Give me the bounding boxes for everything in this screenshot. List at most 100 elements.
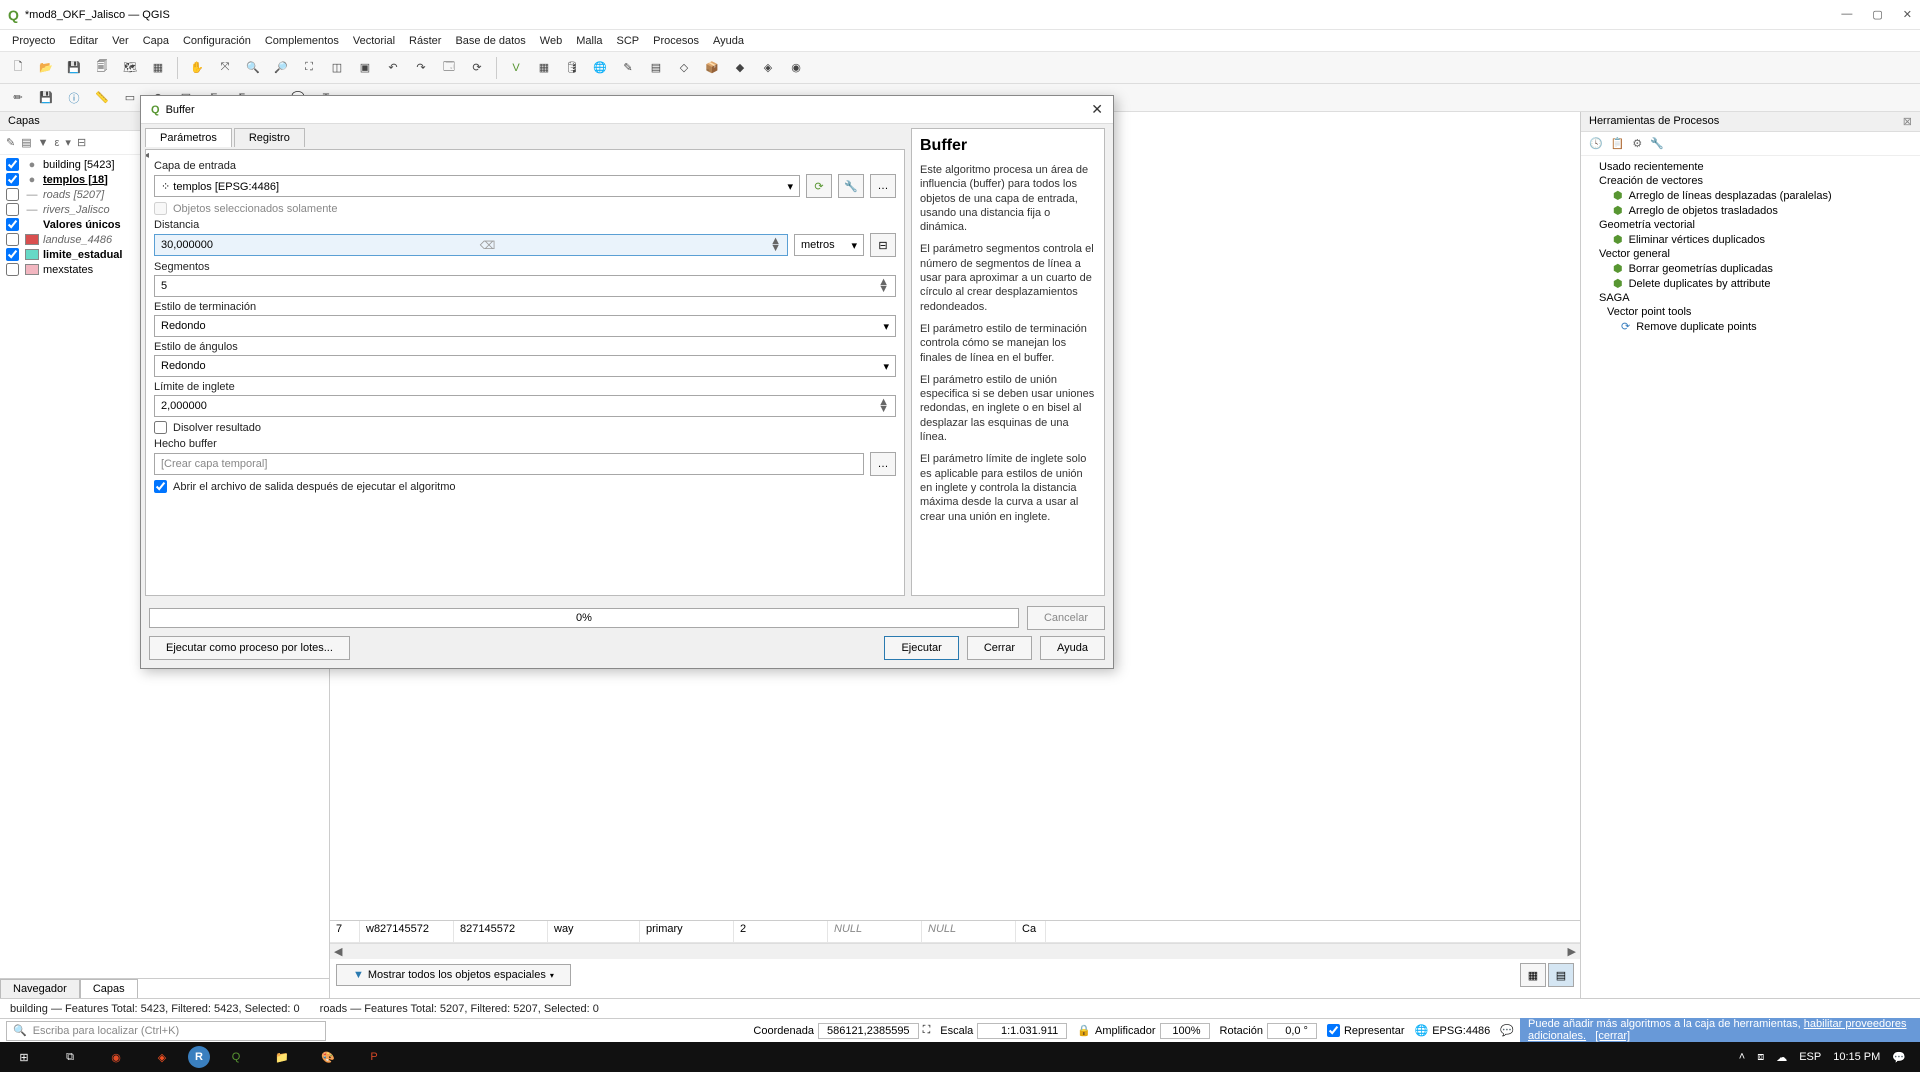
wcs-icon[interactable]: ◈: [756, 56, 780, 80]
add-group-icon[interactable]: ▤: [21, 136, 31, 149]
cancel-button[interactable]: Cancelar: [1027, 606, 1105, 630]
remove-icon[interactable]: ⊟: [77, 136, 86, 149]
tree-vector-geom[interactable]: Geometría vectorial: [1599, 218, 1912, 232]
paint-icon[interactable]: 🎨: [308, 1043, 348, 1071]
pan-selection-icon[interactable]: ⤧: [213, 56, 237, 80]
menu-procesos[interactable]: Procesos: [653, 35, 699, 47]
zoom-layer-icon[interactable]: ▣: [353, 56, 377, 80]
tree-remove-dup-points[interactable]: ⟳Remove duplicate points: [1599, 319, 1912, 334]
extent-icon[interactable]: ⛶: [923, 1024, 931, 1037]
dialog-close-icon[interactable]: ✕: [1091, 101, 1103, 118]
scale-value[interactable]: 1:1.031.911: [977, 1023, 1067, 1039]
new-map-icon[interactable]: 🗔: [437, 56, 461, 80]
brave-icon[interactable]: ◈: [142, 1043, 182, 1071]
menu-proyecto[interactable]: Proyecto: [12, 35, 55, 47]
zoom-next-icon[interactable]: ↷: [409, 56, 433, 80]
qgis-task-icon[interactable]: Q: [216, 1043, 256, 1071]
render-checkbox[interactable]: [1327, 1024, 1340, 1037]
lock-icon[interactable]: 🔒: [1077, 1024, 1091, 1037]
panel-close-icon[interactable]: ⊠: [1903, 115, 1912, 128]
xyz-icon[interactable]: ◉: [784, 56, 808, 80]
menu-malla[interactable]: Malla: [576, 35, 602, 47]
output-browse-icon[interactable]: …: [870, 452, 896, 476]
maximize-button[interactable]: ▢: [1872, 8, 1882, 21]
menu-ver[interactable]: Ver: [112, 35, 129, 47]
expand-icon[interactable]: ε: [55, 137, 60, 149]
menu-raster[interactable]: Ráster: [409, 35, 441, 47]
geopackage-icon[interactable]: 📦: [700, 56, 724, 80]
explorer-icon[interactable]: 📁: [262, 1043, 302, 1071]
tab-registro[interactable]: Registro: [234, 128, 305, 147]
select-icon[interactable]: ▭: [118, 86, 142, 110]
processing-tree[interactable]: Usado recientemente Creación de vectores…: [1581, 156, 1920, 338]
toolbox-history-icon[interactable]: 🕓: [1589, 137, 1603, 150]
lang-indicator[interactable]: ESP: [1799, 1051, 1821, 1063]
powerpoint-icon[interactable]: P: [354, 1043, 394, 1071]
filter-icon[interactable]: ▼: [38, 137, 49, 149]
menu-scp[interactable]: SCP: [617, 35, 640, 47]
messages-icon[interactable]: 💬: [1500, 1024, 1514, 1037]
tray-chevron-icon[interactable]: ˄: [1739, 1051, 1745, 1063]
table-view-icon[interactable]: ▤: [1548, 963, 1574, 987]
toolbox-options-icon[interactable]: 🔧: [1650, 137, 1664, 150]
r-icon[interactable]: R: [188, 1046, 210, 1068]
browse-icon[interactable]: …: [870, 174, 896, 198]
edit-icon[interactable]: ✎: [616, 56, 640, 80]
chrome-icon[interactable]: ◉: [96, 1043, 136, 1071]
minimize-button[interactable]: —: [1841, 8, 1852, 21]
tree-vector-general[interactable]: Vector general: [1599, 247, 1912, 261]
menu-editar[interactable]: Editar: [69, 35, 98, 47]
new-project-icon[interactable]: 🗋: [6, 56, 30, 80]
db-add-icon[interactable]: 🛢: [560, 56, 584, 80]
filter-dropdown[interactable]: ▼ Mostrar todos los objetos espaciales ▾: [336, 964, 571, 986]
distance-input[interactable]: 30,000000 ⌫ ▲▼: [154, 234, 788, 256]
tree-delete-dup-attr[interactable]: ⬢Delete duplicates by attribute: [1599, 276, 1912, 291]
dropbox-icon[interactable]: ⧈: [1757, 1051, 1764, 1064]
close-dialog-button[interactable]: Cerrar: [967, 636, 1032, 660]
endcap-select[interactable]: Redondo▾: [154, 315, 896, 337]
tree-remove-dup-vert[interactable]: ⬢Eliminar vértices duplicados: [1599, 232, 1912, 247]
tree-recent[interactable]: Usado recientemente: [1599, 160, 1912, 174]
joinstyle-select[interactable]: Redondo▾: [154, 355, 896, 377]
menu-capa[interactable]: Capa: [143, 35, 169, 47]
tab-parametros[interactable]: Parámetros: [145, 128, 232, 147]
zoom-full-icon[interactable]: ⛶: [297, 56, 321, 80]
edit-toggle-icon[interactable]: ✏: [6, 86, 30, 110]
wfs-icon[interactable]: ◆: [728, 56, 752, 80]
refresh-icon[interactable]: ⟳: [465, 56, 489, 80]
collapse-icon[interactable]: ▾: [65, 136, 71, 149]
save-edits-icon[interactable]: 💾: [34, 86, 58, 110]
table-h-scrollbar[interactable]: ◀▶: [330, 943, 1580, 959]
wms-add-icon[interactable]: 🌐: [588, 56, 612, 80]
close-button[interactable]: ✕: [1903, 8, 1912, 21]
wrench-icon[interactable]: 🔧: [838, 174, 864, 198]
locator-search[interactable]: 🔍 Escriba para localizar (Ctrl+K): [6, 1021, 326, 1041]
iterate-icon[interactable]: ⟳: [806, 174, 832, 198]
magnifier-value[interactable]: 100%: [1160, 1023, 1210, 1039]
tip-close[interactable]: [cerrar]: [1595, 1030, 1630, 1042]
tree-vector-creation[interactable]: Creación de vectores: [1599, 174, 1912, 188]
segments-input[interactable]: 5▲▼: [154, 275, 896, 297]
attr-icon[interactable]: ▤: [644, 56, 668, 80]
tree-vector-point-tools[interactable]: Vector point tools: [1599, 305, 1912, 319]
save-as-icon[interactable]: 🗐: [90, 56, 114, 80]
pan-icon[interactable]: ✋: [185, 56, 209, 80]
onedrive-icon[interactable]: ☁: [1776, 1051, 1787, 1064]
toolbox-model-icon[interactable]: ⚙: [1632, 137, 1642, 150]
print-layout-icon[interactable]: 🗺: [118, 56, 142, 80]
input-layer-select[interactable]: ⁘ templos [EPSG:4486]▾: [154, 175, 800, 197]
measure-icon[interactable]: 📏: [90, 86, 114, 110]
output-input[interactable]: [Crear capa temporal]: [154, 453, 864, 475]
zoom-out-icon[interactable]: 🔎: [269, 56, 293, 80]
tree-translate[interactable]: ⬢Arreglo de objetos trasladados: [1599, 203, 1912, 218]
help-button[interactable]: Ayuda: [1040, 636, 1105, 660]
notifications-icon[interactable]: 💬: [1892, 1051, 1906, 1064]
tab-navegador[interactable]: Navegador: [0, 979, 80, 998]
raster-add-icon[interactable]: ▦: [532, 56, 556, 80]
style-icon[interactable]: ✎: [6, 136, 15, 149]
save-icon[interactable]: 💾: [62, 56, 86, 80]
tab-capas[interactable]: Capas: [80, 979, 138, 998]
form-view-icon[interactable]: ▦: [1520, 963, 1546, 987]
layout-manager-icon[interactable]: ▦: [146, 56, 170, 80]
menu-complementos[interactable]: Complementos: [265, 35, 339, 47]
